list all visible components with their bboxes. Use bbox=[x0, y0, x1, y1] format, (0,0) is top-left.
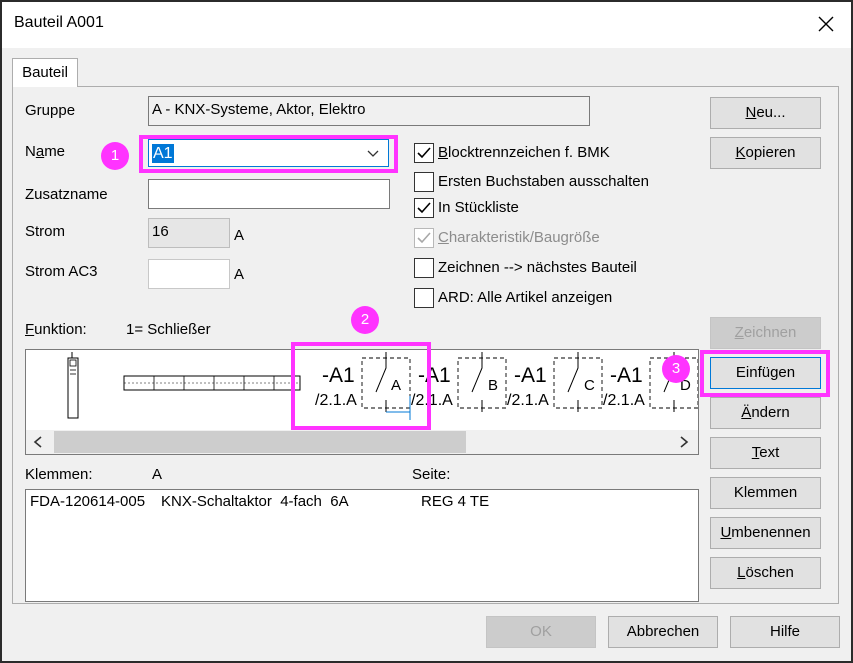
window-title: Bauteil A001 bbox=[14, 14, 104, 31]
checkbox-box[interactable] bbox=[414, 198, 434, 218]
text-button[interactable]: Text bbox=[710, 437, 821, 469]
checkbox-box bbox=[414, 228, 434, 248]
strom-unit: A bbox=[234, 227, 245, 244]
checkbox-label: Blocktrennzeichen f. BMK bbox=[438, 144, 610, 161]
chevron-left-icon[interactable] bbox=[32, 435, 44, 453]
article-list[interactable]: FDA-120614-005 KNX-Schaltaktor 4-fach 6A… bbox=[25, 489, 699, 602]
name-value: A1 bbox=[152, 144, 174, 163]
klemmen-button[interactable]: Klemmen bbox=[710, 477, 821, 509]
symbol-tag: -A1 bbox=[610, 364, 643, 387]
checkbox-box[interactable] bbox=[414, 172, 434, 192]
gruppe-field: A - KNX-Systeme, Aktor, Elektro bbox=[148, 96, 590, 126]
strom-ac3-input[interactable] bbox=[148, 259, 230, 289]
zusatzname-input[interactable] bbox=[148, 179, 390, 209]
title-bar bbox=[2, 2, 851, 48]
footer-bar bbox=[2, 604, 851, 661]
list-item-description: KNX-Schaltaktor 4-fach 6A bbox=[161, 493, 349, 510]
neu-button[interactable]: Neu... bbox=[710, 97, 821, 129]
funktion-label: Funktion: bbox=[25, 321, 87, 338]
loeschen-button[interactable]: Löschen bbox=[710, 557, 821, 589]
checkbox-box[interactable] bbox=[414, 143, 434, 163]
close-icon[interactable] bbox=[816, 14, 836, 34]
symbol-letter: B bbox=[488, 377, 499, 394]
klemmen-label: Klemmen: bbox=[25, 466, 93, 483]
name-label: Name bbox=[25, 143, 66, 160]
strom-label: Strom bbox=[25, 223, 66, 240]
funktion-value: 1= Schließer bbox=[126, 321, 211, 338]
name-combobox[interactable]: A1 bbox=[148, 139, 389, 167]
aendern-button[interactable]: Ändern bbox=[710, 397, 821, 429]
ok-button: OK bbox=[486, 616, 596, 648]
symbol-tag: -A1 bbox=[514, 364, 547, 387]
list-item-type: REG 4 TE bbox=[421, 493, 490, 510]
chevron-down-icon[interactable] bbox=[366, 146, 380, 164]
checkbox-label: In Stückliste bbox=[438, 199, 519, 216]
symbol-ref: /2.1.A bbox=[507, 392, 549, 409]
symbol-ref: /2.1.A bbox=[603, 392, 645, 409]
cancel-button[interactable]: Abbrechen bbox=[608, 616, 718, 648]
step-badge-2: 2 bbox=[351, 306, 379, 334]
symbol-letter: C bbox=[584, 377, 595, 394]
seite-label: Seite: bbox=[412, 466, 451, 483]
help-button[interactable]: Hilfe bbox=[730, 616, 840, 648]
zeichnen-button: Zeichnen bbox=[710, 317, 821, 349]
step-badge-3: 3 bbox=[662, 355, 690, 383]
umbenennen-button[interactable]: Umbenennen bbox=[710, 517, 821, 549]
checkbox-box[interactable] bbox=[414, 258, 434, 278]
checkbox-label: Charakteristik/Baugröße bbox=[438, 229, 600, 246]
list-item-article: FDA-120614-005 bbox=[30, 493, 146, 510]
kopieren-button[interactable]: Kopieren bbox=[710, 137, 821, 169]
scrollbar-thumb[interactable] bbox=[54, 431, 466, 453]
step-badge-1: 1 bbox=[101, 142, 129, 170]
strom-ac3-unit: A bbox=[234, 266, 245, 283]
einfuegen-button[interactable]: Einfügen bbox=[710, 357, 821, 389]
checkbox-box[interactable] bbox=[414, 288, 434, 308]
checkbox-label: Zeichnen --> nächstes Bauteil bbox=[438, 259, 637, 276]
tab-bauteil[interactable]: Bauteil bbox=[12, 58, 78, 87]
strom-field: 16 bbox=[148, 218, 230, 248]
checkbox-label: Ersten Buchstaben ausschalten bbox=[438, 173, 649, 190]
klemmen-value: A bbox=[152, 466, 163, 483]
zusatzname-label: Zusatzname bbox=[25, 186, 108, 203]
list-item[interactable]: FDA-120614-005 KNX-Schaltaktor 4-fach 6A… bbox=[26, 491, 698, 513]
highlight-symbol bbox=[291, 342, 431, 430]
chevron-right-icon[interactable] bbox=[678, 435, 690, 453]
strom-ac3-label: Strom AC3 bbox=[25, 263, 98, 280]
gruppe-label: Gruppe bbox=[25, 102, 76, 119]
checkbox-label: ARD: Alle Artikel anzeigen bbox=[438, 289, 613, 306]
